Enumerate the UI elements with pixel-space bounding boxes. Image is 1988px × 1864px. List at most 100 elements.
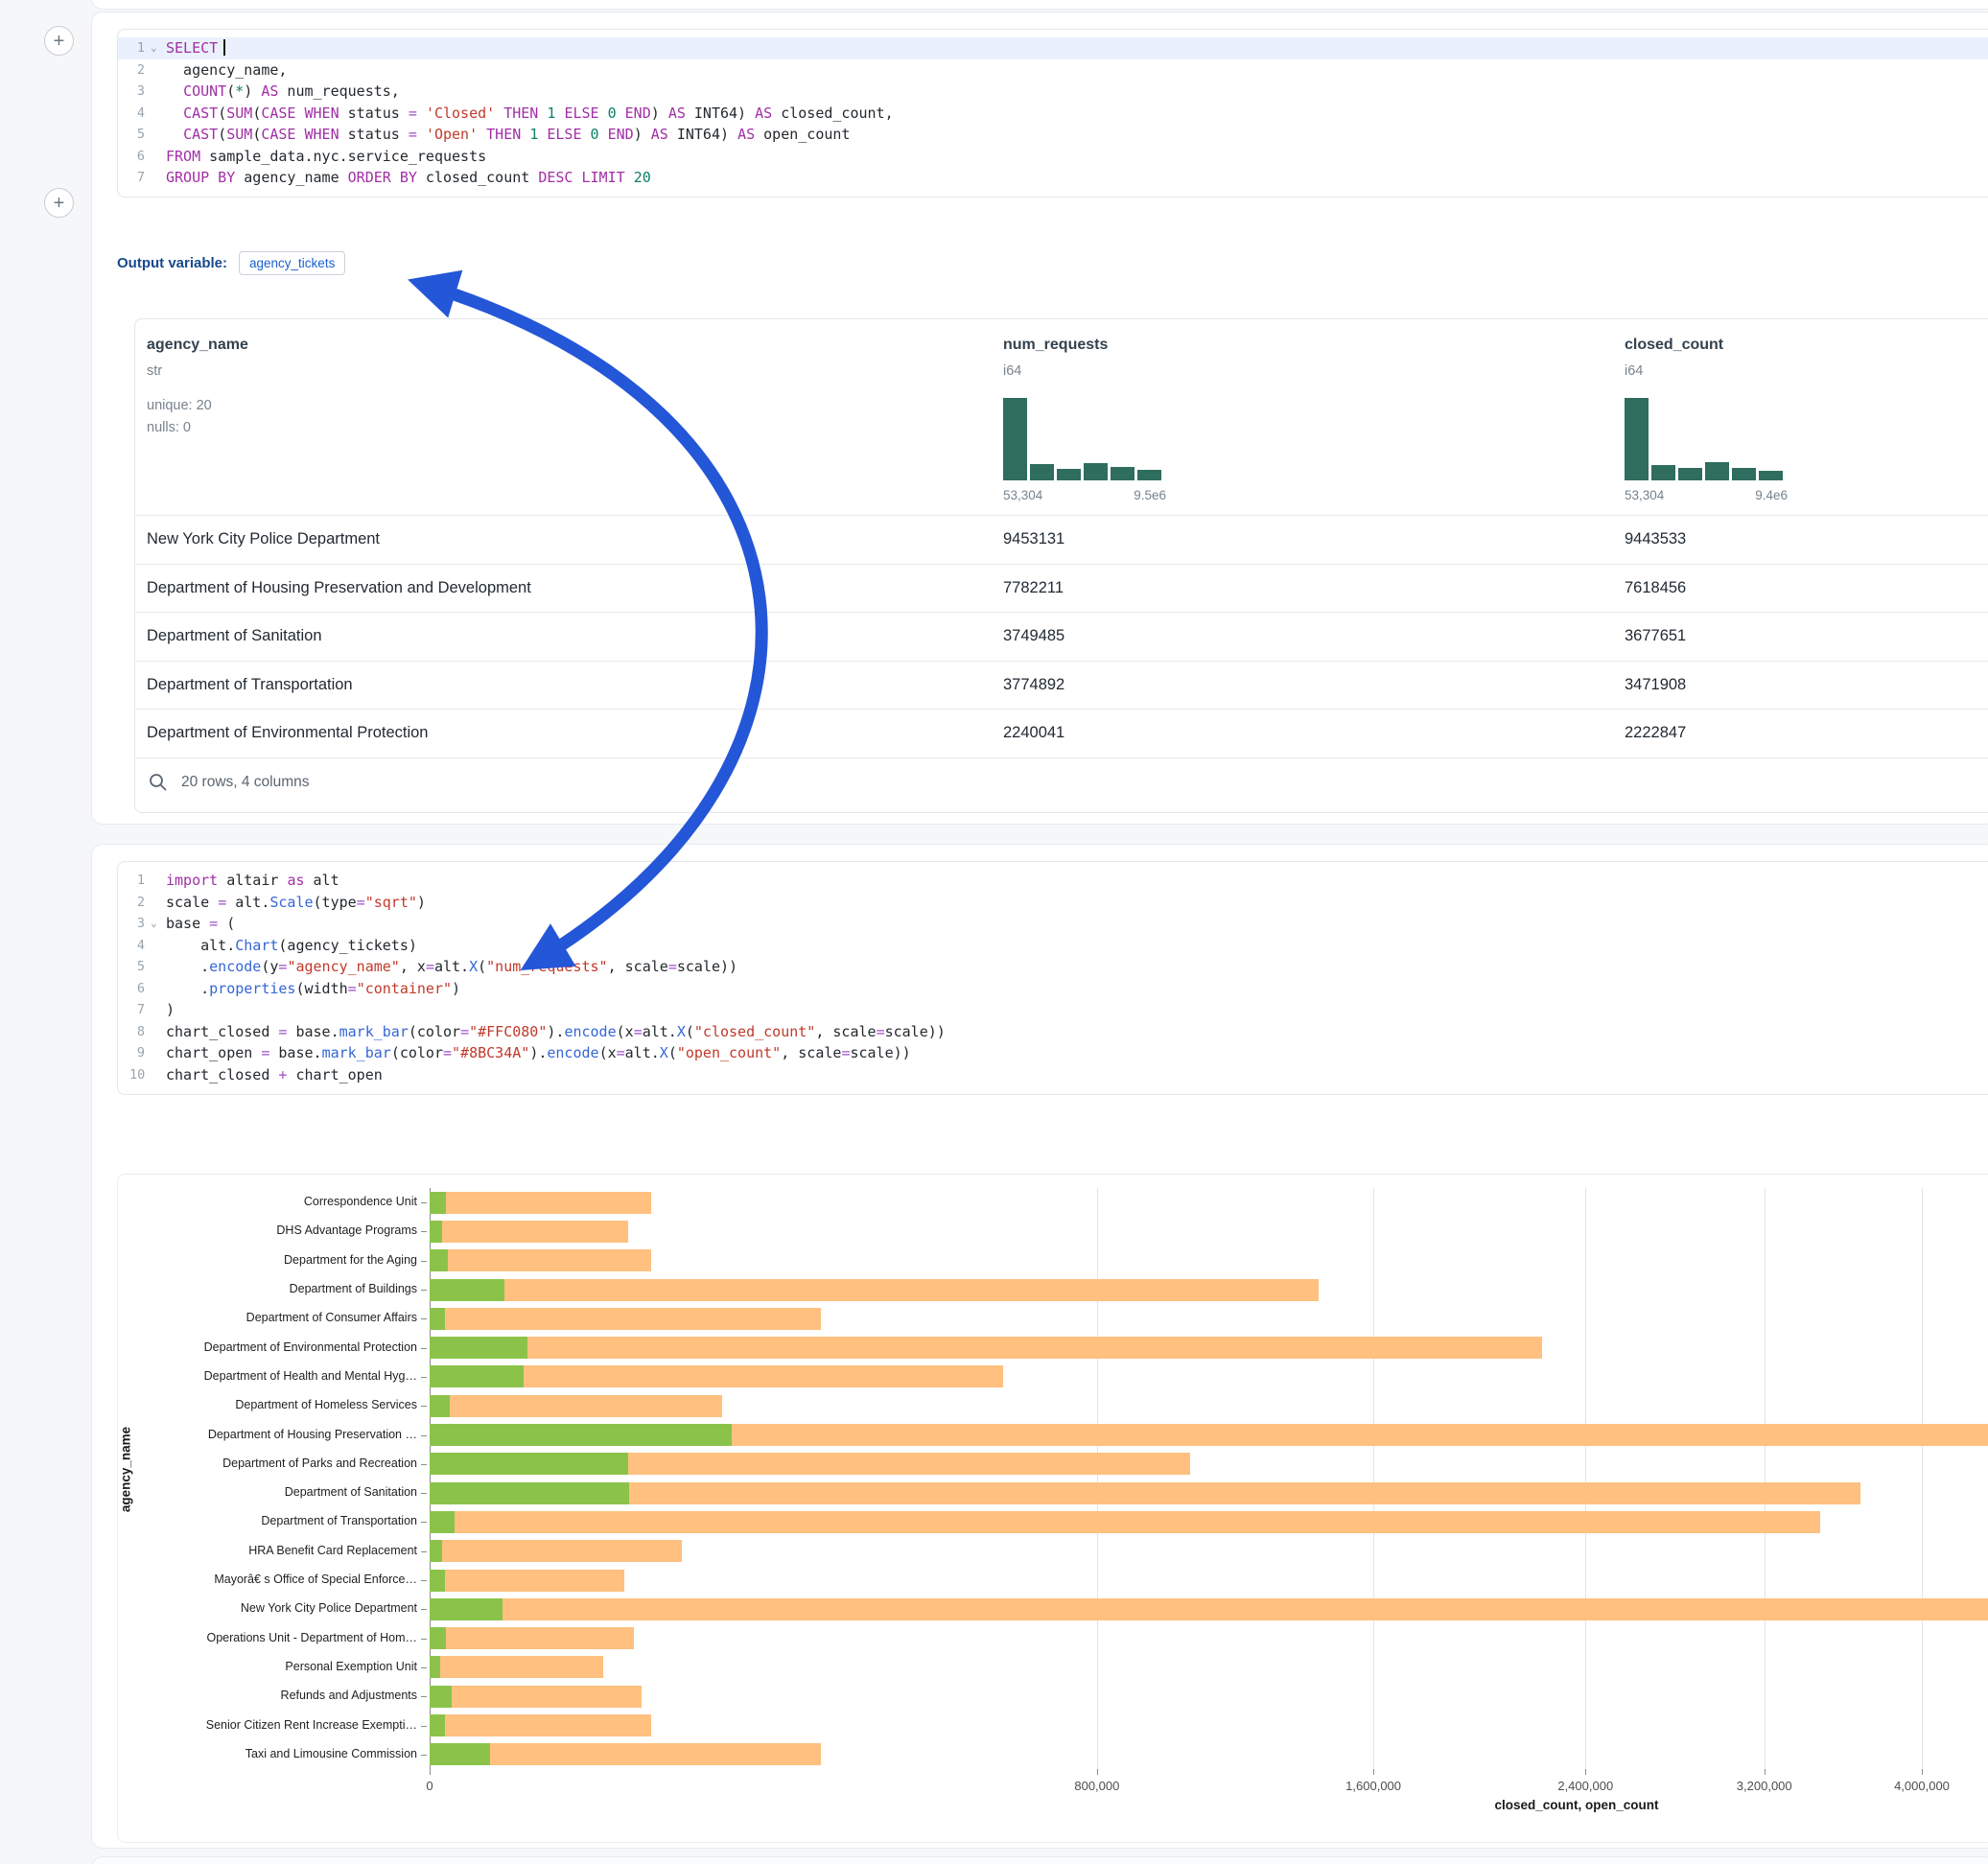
table-row[interactable]: New York City Police Department945313194… bbox=[135, 515, 1988, 564]
bar-open-count bbox=[430, 1570, 445, 1592]
histogram-bar bbox=[1003, 398, 1027, 480]
table-cell: Department of Transportation bbox=[147, 662, 353, 710]
histogram-range: 53,3049.5e6 bbox=[1003, 488, 1166, 502]
code-line[interactable]: 10chart_closed + chart_open bbox=[118, 1064, 1988, 1086]
code-token: CAST bbox=[183, 126, 218, 143]
code-line[interactable]: 7GROUP BY agency_name ORDER BY closed_co… bbox=[118, 167, 1988, 189]
gridline bbox=[1097, 1188, 1098, 1769]
code-line[interactable]: 8chart_closed = base.mark_bar(color="#FF… bbox=[118, 1021, 1988, 1043]
table-row[interactable]: Department of Environmental Protection22… bbox=[135, 709, 1988, 757]
x-axis-title: closed_count, open_count bbox=[1494, 1798, 1658, 1812]
table-cell: New York City Police Department bbox=[147, 516, 380, 564]
x-axis-tick bbox=[1373, 1769, 1374, 1775]
search-icon[interactable] bbox=[149, 773, 168, 792]
x-axis-tick bbox=[1585, 1769, 1586, 1775]
table-row[interactable]: Department of Transportation377489234719… bbox=[135, 661, 1988, 710]
table-row[interactable]: Department of Sanitation37494853677651 bbox=[135, 612, 1988, 661]
fold-chevron-icon[interactable]: ⌄ bbox=[151, 37, 157, 59]
histogram-bar bbox=[1137, 470, 1161, 480]
bar-open-count bbox=[430, 1424, 732, 1446]
y-axis-label: Mayorâ€ s Office of Special Enforce… bbox=[118, 1573, 417, 1586]
code-line[interactable]: 2 agency_name, bbox=[118, 59, 1988, 82]
code-token: X bbox=[660, 1044, 668, 1061]
code-token: , scale bbox=[608, 958, 668, 975]
code-line[interactable]: 2scale = alt.Scale(type="sqrt") bbox=[118, 892, 1988, 914]
code-token: (type bbox=[314, 894, 357, 911]
line-number: 4 bbox=[129, 103, 145, 125]
code-line[interactable]: 9chart_open = base.mark_bar(color="#8BC3… bbox=[118, 1042, 1988, 1064]
sql-code-editor[interactable]: 1⌄SELECT2 agency_name,3 COUNT(*) AS num_… bbox=[117, 29, 1988, 198]
code-token: "num_requests" bbox=[486, 958, 607, 975]
code-token: ) bbox=[166, 1001, 175, 1018]
y-axis-tick bbox=[421, 1580, 427, 1581]
y-axis-label: Department of Consumer Affairs bbox=[118, 1311, 417, 1324]
bar-open-count bbox=[430, 1308, 445, 1330]
bar-closed-count bbox=[430, 1221, 628, 1243]
y-axis-tick bbox=[421, 1609, 427, 1610]
code-token: ) bbox=[244, 82, 261, 100]
code-line[interactable]: 4 alt.Chart(agency_tickets) bbox=[118, 935, 1988, 957]
code-token: agency_name, bbox=[166, 61, 287, 79]
add-cell-button[interactable]: + bbox=[44, 188, 74, 218]
code-token: ) bbox=[417, 894, 426, 911]
histogram-bar bbox=[1057, 469, 1081, 480]
code-token: = bbox=[426, 958, 434, 975]
code-token: "#FFC080" bbox=[469, 1023, 547, 1040]
code-token: (agency_tickets) bbox=[278, 937, 417, 954]
code-line[interactable]: 6FROM sample_data.nyc.service_requests bbox=[118, 146, 1988, 168]
code-token: status bbox=[339, 126, 409, 143]
output-variable-badge[interactable]: agency_tickets bbox=[239, 251, 345, 275]
code-token: ) bbox=[452, 980, 460, 997]
code-line[interactable]: 3⌄base = ( bbox=[118, 913, 1988, 935]
code-token: "sqrt" bbox=[365, 894, 417, 911]
python-code-editor[interactable]: 1import altair as alt2scale = alt.Scale(… bbox=[117, 861, 1988, 1095]
code-line[interactable]: 1import altair as alt bbox=[118, 870, 1988, 892]
code-text: ) bbox=[118, 999, 1988, 1021]
code-line[interactable]: 1⌄SELECT bbox=[118, 37, 1988, 59]
code-token: END bbox=[608, 126, 634, 143]
histogram-bar bbox=[1651, 465, 1675, 480]
code-token: (x bbox=[617, 1023, 634, 1040]
code-token: = bbox=[634, 1023, 643, 1040]
column-header[interactable]: agency_name bbox=[147, 337, 248, 354]
code-line[interactable]: 6 .properties(width="container") bbox=[118, 978, 1988, 1000]
code-token: "container" bbox=[357, 980, 452, 997]
column-header[interactable]: num_requests bbox=[1003, 337, 1108, 354]
y-axis-label: Department of Buildings bbox=[118, 1282, 417, 1295]
code-token bbox=[617, 105, 625, 122]
table-row[interactable]: Department of Housing Preservation and D… bbox=[135, 564, 1988, 613]
code-token: END bbox=[625, 105, 651, 122]
x-tick-label: 1,600,000 bbox=[1306, 1779, 1440, 1793]
code-line[interactable]: 7) bbox=[118, 999, 1988, 1021]
code-token: ( bbox=[478, 958, 486, 975]
bar-open-count bbox=[430, 1482, 629, 1504]
code-token: scale)) bbox=[850, 1044, 910, 1061]
bar-closed-count bbox=[430, 1686, 642, 1708]
line-number: 1 bbox=[129, 37, 145, 59]
gridline bbox=[1373, 1188, 1374, 1769]
line-number: 7 bbox=[129, 167, 145, 189]
add-cell-button[interactable]: + bbox=[44, 26, 74, 56]
code-token: ( bbox=[252, 105, 261, 122]
column-histogram bbox=[1003, 398, 1166, 480]
text-cursor bbox=[223, 39, 225, 56]
code-line[interactable]: 4 CAST(SUM(CASE WHEN status = 'Closed' T… bbox=[118, 103, 1988, 125]
code-line[interactable]: 5 CAST(SUM(CASE WHEN status = 'Open' THE… bbox=[118, 124, 1988, 146]
bar-closed-count bbox=[430, 1482, 1860, 1504]
code-token bbox=[417, 105, 426, 122]
line-number: 3 bbox=[129, 913, 145, 935]
table-cell: 2240041 bbox=[1003, 710, 1064, 757]
x-tick-label: 3,200,000 bbox=[1697, 1779, 1832, 1793]
code-token: 0 bbox=[608, 105, 617, 122]
code-line[interactable]: 3 COUNT(*) AS num_requests, bbox=[118, 81, 1988, 103]
y-axis-tick bbox=[421, 1377, 427, 1378]
code-token: base. bbox=[269, 1044, 321, 1061]
code-text: alt.Chart(agency_tickets) bbox=[118, 935, 1988, 957]
code-line[interactable]: 5 .encode(y="agency_name", x=alt.X("num_… bbox=[118, 956, 1988, 978]
column-header[interactable]: closed_count bbox=[1625, 337, 1723, 354]
code-token bbox=[417, 126, 426, 143]
code-token: mark_bar bbox=[339, 1023, 409, 1040]
code-token: ). bbox=[529, 1044, 547, 1061]
fold-chevron-icon[interactable]: ⌄ bbox=[151, 913, 157, 935]
gridline bbox=[1765, 1188, 1766, 1769]
